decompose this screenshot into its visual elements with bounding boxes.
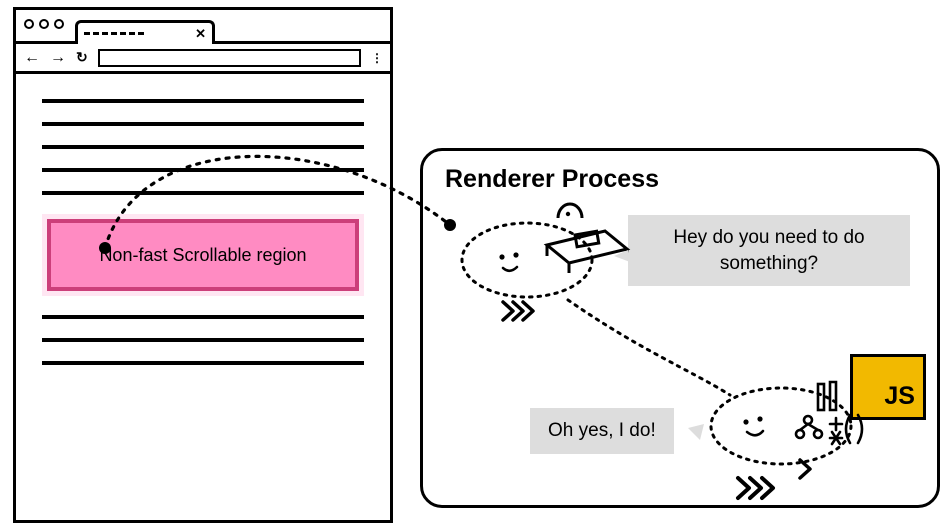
traffic-light-icon [39,19,49,29]
page-content: Non-fast Scrollable region [16,74,390,390]
back-icon: ← [24,49,40,67]
traffic-light-icon [24,19,34,29]
js-box: JS [850,354,926,420]
text-line [42,145,364,149]
browser-tab: ✕ [75,20,215,44]
tab-bar: ✕ [16,10,390,44]
non-fast-scrollable-region: Non-fast Scrollable region [42,214,364,296]
text-line [42,361,364,365]
bubble2-text: Oh yes, I do! [548,420,656,441]
reload-icon: ↻ [76,49,88,66]
bubble1-text: Hey do you need to do something? [673,227,864,274]
window-controls [24,19,64,29]
text-line [42,315,364,319]
renderer-process-box: Renderer Process [420,148,940,508]
text-line [42,338,364,342]
browser-window: ✕ ← → ↻ ⋮ Non-fast Scrollable region [13,7,393,523]
close-icon: ✕ [195,26,206,42]
nfs-label: Non-fast Scrollable region [99,245,306,266]
js-label: JS [884,382,915,411]
text-line [42,122,364,126]
renderer-title: Renderer Process [445,165,915,194]
text-line [42,191,364,195]
text-line [42,99,364,103]
speech-bubble-main-thread: Oh yes, I do! [530,408,674,454]
url-field [98,49,361,67]
kebab-menu-icon: ⋮ [371,51,382,65]
forward-icon: → [50,49,66,67]
tab-title-placeholder [84,32,144,35]
speech-bubble-compositor: Hey do you need to do something? [628,215,910,286]
address-bar: ← → ↻ ⋮ [16,44,390,74]
text-line [42,168,364,172]
traffic-light-icon [54,19,64,29]
